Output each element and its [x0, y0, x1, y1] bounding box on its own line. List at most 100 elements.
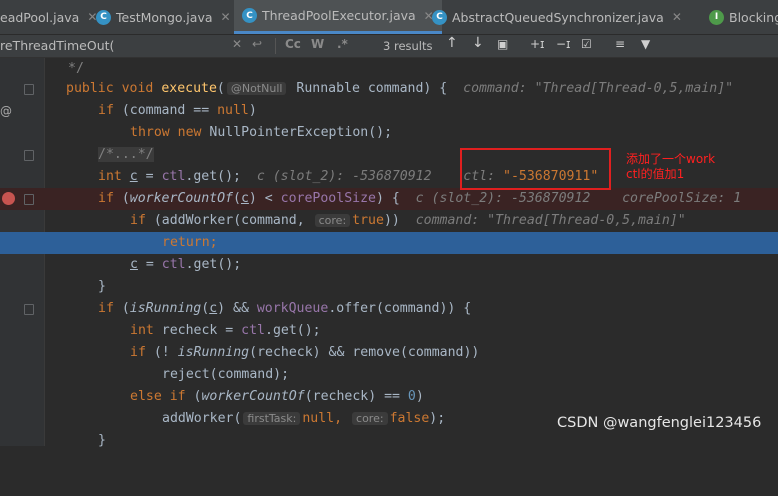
select-all-occurrences-icon[interactable]: ☑ [581, 37, 592, 51]
filter-icon[interactable]: ▼ [641, 37, 650, 51]
kw-if: if [98, 191, 114, 206]
fold-icon[interactable] [24, 84, 34, 95]
search-results-count: 3 results [383, 39, 433, 53]
debug-inline-value: c (slot_2): -536870912 [256, 169, 432, 184]
variable-c: c [130, 257, 138, 272]
select-occurrences-icon[interactable]: ▣ [497, 37, 508, 51]
code-text: } [98, 279, 106, 294]
folded-comment[interactable]: /*...*/ [98, 147, 154, 162]
variable-c: c [129, 169, 138, 184]
annotation-hint: @NotNull [226, 82, 287, 95]
annotation-line-2: ctl的值加1 [626, 167, 685, 181]
code-text: .offer(command)) { [328, 301, 472, 316]
fold-icon[interactable] [24, 304, 34, 315]
kw-if: if [130, 213, 146, 228]
breakpoint-icon[interactable] [2, 192, 15, 205]
code-line: c = ctl.get(); [0, 254, 778, 276]
parameter-hint: core: [352, 412, 388, 425]
code-text: NullPointerException(); [201, 125, 393, 140]
fold-icon[interactable] [24, 150, 34, 161]
tab-blockingqueue[interactable]: I BlockingQueu [709, 0, 778, 34]
code-text: ( [113, 301, 130, 316]
tab-abstractqueuedsynchronizer[interactable]: C AbstractQueuedSynchronizer.java ✕ [432, 0, 682, 34]
arrow-up-icon[interactable]: ↑ [446, 35, 458, 51]
kw-if: if [98, 301, 114, 316]
code-line-execution-point: return; [0, 232, 778, 254]
match-case-toggle[interactable]: Cc [285, 37, 301, 51]
multiline-icon[interactable]: ≡ [615, 37, 625, 51]
kw-null: null [217, 103, 249, 118]
method-call: workerCountOf [201, 389, 305, 404]
kw-else-if: else if [130, 389, 186, 404]
code-line: reject(command); [0, 364, 778, 386]
arrow-down-icon[interactable]: ↓ [472, 35, 484, 51]
code-text: ) < [248, 191, 281, 206]
class-icon: C [432, 9, 447, 25]
highlight-box [460, 148, 611, 190]
code-line: else if (workerCountOf(recheck) == 0) [0, 386, 778, 408]
kw-true: true [352, 213, 384, 228]
annotation-note: 添加了一个work ctl的值加1 [626, 152, 715, 182]
kw-int: int [98, 169, 122, 184]
remove-occurrence-icon[interactable]: −ɪ [556, 37, 571, 51]
tab-threadpoolexecutor[interactable]: C ThreadPoolExecutor.java ✕ [234, 0, 442, 34]
parameter-hint: firstTask: [243, 412, 301, 425]
clear-icon[interactable]: ✕ [232, 37, 242, 51]
separator [275, 38, 276, 54]
code-text: reject(command); [162, 367, 290, 382]
method-call: workerCountOf [129, 191, 233, 206]
code-text: .get(); [185, 257, 242, 272]
code-text: (addWorker(command, [145, 213, 313, 228]
field-workqueue: workQueue [256, 301, 329, 316]
code-line: } [0, 276, 778, 298]
paren: ( [216, 81, 225, 96]
whole-words-toggle[interactable]: W [311, 37, 324, 51]
close-icon[interactable]: ✕ [221, 10, 231, 24]
code-text: )) [383, 213, 400, 228]
tab-label: TestMongo.java [116, 9, 213, 25]
fold-icon[interactable] [24, 194, 34, 205]
method-name: execute [161, 81, 217, 96]
field-ctl: ctl [241, 323, 265, 338]
tab-threadpool[interactable]: eadPool.java ✕ [0, 0, 97, 34]
class-icon: C [242, 8, 257, 23]
class-icon: C [96, 9, 111, 25]
regex-toggle[interactable]: .* [337, 37, 348, 51]
code-text: ( [233, 191, 241, 206]
debug-inline-value: command: "Thread[Thread-0,5,main]" [415, 213, 686, 228]
code-text: .get(); [185, 169, 241, 184]
method-call: isRunning [177, 345, 250, 360]
search-input[interactable]: reThreadTimeOut( [0, 38, 114, 53]
tab-label: eadPool.java [0, 9, 80, 25]
code-text: Runnable command) { [288, 81, 448, 96]
find-bar: reThreadTimeOut( ✕ ↩ Cc W .* 3 results ↑… [0, 35, 778, 58]
tab-testmongo[interactable]: C TestMongo.java ✕ [96, 0, 231, 34]
kw-new: new [177, 125, 202, 140]
code-text: ) { [375, 191, 400, 206]
code-text: (recheck) && remove(command)) [249, 345, 480, 360]
kw-return: return; [162, 235, 218, 250]
kw-public: public [66, 81, 114, 96]
debug-inline-value: c (slot_2): -536870912 [415, 191, 591, 206]
watermark: CSDN @wangfenglei123456 [557, 415, 762, 431]
kw-null: null [302, 411, 335, 426]
editor-tab-bar: eadPool.java ✕ C TestMongo.java ✕ C Thre… [0, 0, 778, 35]
code-line: int recheck = ctl.get(); [0, 320, 778, 342]
close-icon[interactable]: ✕ [672, 10, 682, 24]
kw-void: void [121, 81, 154, 96]
code-line-breakpoint: if (workerCountOf(c) < corePoolSize) { c… [0, 188, 778, 210]
debug-inline-value: corePoolSize: 1 [622, 191, 742, 206]
code-text: (! [145, 345, 178, 360]
variable-c: c [240, 191, 249, 206]
comment-text: */ [68, 61, 84, 76]
code-line: */ [0, 58, 778, 80]
code-line: throw new NullPointerException(); [0, 122, 778, 144]
code-text: ) [415, 389, 424, 404]
add-occurrence-icon[interactable]: +ɪ [530, 37, 545, 51]
code-text: ( [201, 301, 210, 316]
code-text: ( [113, 191, 130, 206]
kw-if: if [130, 345, 146, 360]
code-line: if (isRunning(c) && workQueue.offer(comm… [0, 298, 778, 320]
code-line: @ public void execute(@NotNull Runnable … [0, 78, 778, 118]
replace-history-icon[interactable]: ↩ [252, 37, 262, 51]
